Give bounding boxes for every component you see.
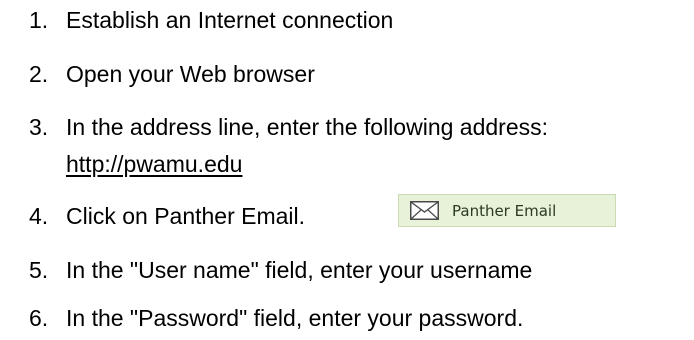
step-4: 4. Click on Panther Email. [29,202,305,230]
step-text: In the "Password" field, enter your pass… [66,305,524,331]
step-1: 1. Establish an Internet connection [29,6,393,34]
step-5: 5. In the "User name" field, enter your u… [29,256,532,284]
step-number: 2. [29,61,49,87]
step-number: 5. [29,257,49,283]
step-number: 3. [29,114,49,140]
step-text: In the "User name" field, enter your use… [66,257,533,283]
step-2: 2. Open your Web browser [29,60,315,88]
panther-email-button[interactable]: Panther Email [398,194,616,227]
envelope-icon [410,201,439,220]
step-3: 3. In the address line, enter the followi… [29,113,548,141]
step-number: 6. [29,305,49,331]
step-6: 6. In the "Password" field, enter your pa… [29,304,523,332]
step-number: 4. [29,203,49,229]
step-text: Open your Web browser [66,61,315,87]
pwamu-link[interactable]: http://pwamu.edu [66,151,242,177]
step-text: Establish an Internet connection [66,7,394,33]
instruction-list: 1. Establish an Internet connection 2. Ope… [0,0,694,340]
step-text: Click on Panther Email. [66,203,306,229]
step-number: 1. [29,7,49,33]
panther-email-label: Panther Email [452,201,557,220]
step-3-link-line: http://pwamu.edu [66,150,242,178]
step-text: In the address line, enter the following… [66,114,549,140]
